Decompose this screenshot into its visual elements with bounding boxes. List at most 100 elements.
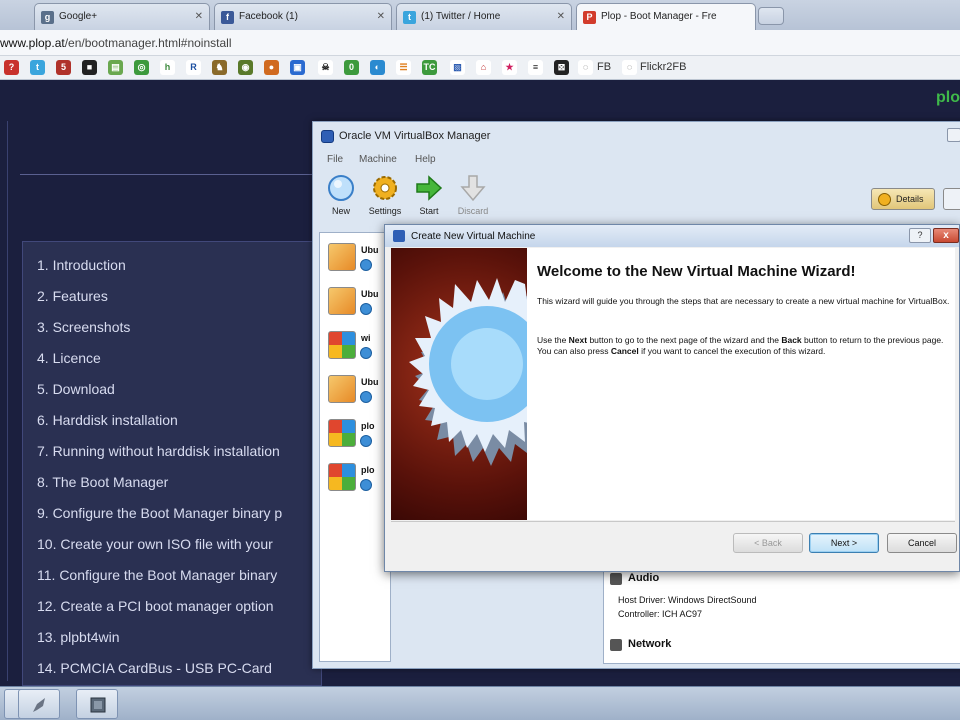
bookmark-icon[interactable]: ▧ [450, 60, 465, 75]
tab-facebook[interactable]: f Facebook (1) ✕ [214, 3, 392, 30]
details-button[interactable]: Details [871, 188, 935, 210]
taskbar-rocket-button[interactable] [18, 689, 60, 719]
help-button[interactable]: ? [909, 228, 931, 243]
star-icon[interactable]: ★ [502, 60, 517, 75]
bookmark-icon[interactable]: TC [422, 60, 437, 75]
vm-list-item[interactable]: Ubu [328, 375, 388, 411]
bookmark-label[interactable]: FB [597, 61, 611, 73]
text-run: Use the [537, 335, 569, 345]
menu-link[interactable]: 10. Create your own ISO file with your [37, 536, 273, 552]
bookmark-icon[interactable]: R [186, 60, 201, 75]
tab-close-icon[interactable]: ✕ [195, 11, 203, 22]
menu-help[interactable]: Help [415, 154, 436, 165]
audio-section-title[interactable]: Audio [628, 572, 659, 584]
menu-link[interactable]: 2. Features [37, 288, 108, 304]
twitter-bookmark-icon[interactable]: t [30, 60, 45, 75]
cancel-button[interactable]: Cancel [887, 533, 957, 553]
vm-list-item[interactable]: wi [328, 331, 388, 367]
menu-link[interactable]: 4. Licence [37, 350, 101, 366]
dialog-title-bar: Create New Virtual Machine ? x [385, 225, 959, 247]
bookmark-icon[interactable]: ♞ [212, 60, 227, 75]
network-section-title[interactable]: Network [628, 638, 671, 650]
menu-link[interactable]: 11. Configure the Boot Manager binary [37, 567, 277, 583]
tab-twitter[interactable]: t (1) Twitter / Home ✕ [396, 3, 572, 30]
menu-link[interactable]: 13. plpbt4win [37, 629, 120, 645]
bookmark-icon[interactable]: ⌂ [476, 60, 491, 75]
new-button[interactable]: New [317, 174, 365, 216]
vm-list-item[interactable]: plo [328, 419, 388, 455]
tab-plop[interactable]: P Plop - Boot Manager - Fre [576, 3, 756, 31]
ubuntu-os-icon [328, 287, 356, 315]
address-bar[interactable]: www.plop.at/en/bootmanager.html#noinstal… [0, 30, 960, 56]
bookmark-icon[interactable]: ■ [82, 60, 97, 75]
menu-file[interactable]: File [327, 154, 343, 165]
discard-button[interactable]: Discard [449, 174, 497, 216]
taskbar-virtualbox-button[interactable] [76, 689, 118, 719]
bookmark-icon[interactable]: 5 [56, 60, 71, 75]
bookmark-icon[interactable]: ◎ [134, 60, 149, 75]
new-tab-button[interactable] [758, 7, 784, 25]
audio-controller: Controller: ICH AC97 [618, 609, 703, 619]
bookmark-icon[interactable]: 0 [344, 60, 359, 75]
menu-link[interactable]: 3. Screenshots [37, 319, 130, 335]
tool-label: Discard [457, 206, 489, 216]
details-icon [878, 193, 891, 206]
close-button[interactable]: x [933, 228, 959, 243]
settings-button[interactable]: Settings [361, 174, 409, 216]
tab-label: Google+ [59, 11, 98, 22]
snapshots-button[interactable] [943, 188, 960, 210]
wizard-page: Welcome to the New Virtual Machine Wizar… [391, 248, 955, 520]
tab-close-icon[interactable]: ✕ [557, 11, 565, 22]
dialog-title: Create New Virtual Machine [411, 231, 536, 242]
next-button[interactable]: Next > [809, 533, 879, 553]
vm-state-icon [360, 303, 372, 315]
menu-link[interactable]: 14. PCMCIA CardBus - USB PC-Card [37, 660, 272, 676]
system-tray[interactable] [920, 691, 960, 717]
bookmark-icon[interactable]: ▤ [108, 60, 123, 75]
bookmark-icon[interactable]: ≡ [528, 60, 543, 75]
vm-name: plo [361, 465, 375, 475]
vm-list-item[interactable]: Ubu [328, 287, 388, 323]
vm-name: wi [361, 333, 371, 343]
menu-machine[interactable]: Machine [359, 154, 397, 165]
audio-host-driver: Host Driver: Windows DirectSound [618, 595, 757, 605]
globe-icon[interactable]: ◌ [578, 60, 593, 75]
menu-link[interactable]: 7. Running without harddisk installation [37, 443, 280, 459]
bookmark-icon[interactable]: ◐ [370, 60, 385, 75]
skull-icon[interactable]: ☠ [318, 60, 333, 75]
tool-label: Start [419, 206, 439, 216]
menu-link[interactable]: 8. The Boot Manager [37, 474, 168, 490]
vm-state-icon [360, 259, 372, 271]
bookmark-icon[interactable]: ? [4, 60, 19, 75]
bookmark-icon[interactable]: ● [264, 60, 279, 75]
vm-list-item[interactable]: plo [328, 463, 388, 499]
menu-link[interactable]: 9. Configure the Boot Manager binary p [37, 505, 282, 521]
text-run: if you want to cancel the execution of t… [638, 346, 826, 356]
windows-os-icon [328, 419, 356, 447]
url-text[interactable]: www.plop.at/en/bootmanager.html#noinstal… [0, 36, 231, 50]
tab-close-icon[interactable]: ✕ [377, 11, 385, 22]
start-button[interactable]: Start [405, 174, 453, 216]
menu-link[interactable]: 12. Create a PCI boot manager option [37, 598, 274, 614]
site-logo[interactable]: plo [936, 89, 960, 107]
globe-icon[interactable]: ◌ [622, 60, 637, 75]
tab-google-plus[interactable]: g Google+ ✕ [34, 3, 210, 30]
vm-list-item[interactable]: Ubu [328, 243, 388, 279]
divider [20, 174, 320, 175]
menu-link[interactable]: 6. Harddisk installation [37, 412, 178, 428]
rocket-icon [33, 698, 45, 712]
wizard-instructions: Use the Next button to go to the next pa… [537, 335, 957, 357]
window-control-button[interactable] [947, 128, 960, 142]
bookmark-label[interactable]: Flickr2FB [640, 61, 686, 73]
bookmark-icon[interactable]: ▣ [290, 60, 305, 75]
back-button[interactable]: < Back [733, 533, 803, 553]
menu-link[interactable]: 5. Download [37, 381, 115, 397]
virtualbox-icon [90, 697, 106, 713]
bookmark-icon[interactable]: ⊠ [554, 60, 569, 75]
rss-icon[interactable]: ☰ [396, 60, 411, 75]
starburst-icon [409, 278, 527, 466]
vm-name: Ubu [361, 289, 379, 299]
menu-link[interactable]: 1. Introduction [37, 257, 126, 273]
bookmark-icon[interactable]: h [160, 60, 175, 75]
bookmark-icon[interactable]: ◉ [238, 60, 253, 75]
